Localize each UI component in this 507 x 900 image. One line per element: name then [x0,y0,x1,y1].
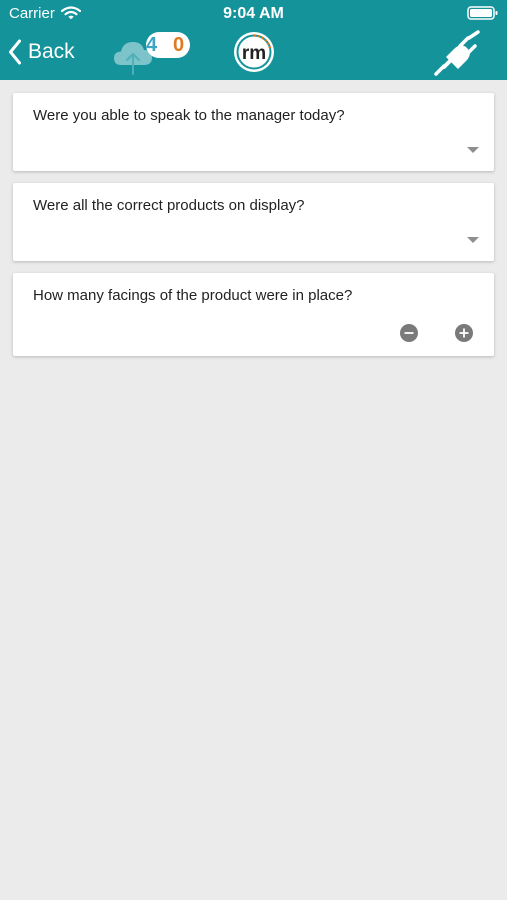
question-text: Were you able to speak to the manager to… [33,107,345,124]
caret-down-icon [467,237,479,243]
logo-text: rm [242,43,266,64]
minus-circle-icon[interactable] [400,324,418,342]
question-text: Were all the correct products on display… [33,197,305,214]
pending-upload-count: 4 [146,34,158,56]
answer-dropdown[interactable] [13,127,494,171]
question-card: How many facings of the product were in … [13,273,494,356]
status-time: 9:04 AM [223,5,284,22]
plug-icon[interactable] [432,30,482,78]
caret-down-icon [467,147,479,153]
question-card: Were all the correct products on display… [13,183,494,261]
failed-upload-count: 0 [173,34,185,56]
chevron-left-icon [9,39,21,65]
back-label: Back [28,40,75,63]
answer-dropdown[interactable] [13,217,494,261]
back-button[interactable]: Back [8,34,75,70]
rm-logo: rm [234,32,274,72]
battery-icon [467,6,498,20]
app-header: Carrier 9:04 AM Back 4 0 rm [0,0,507,80]
plus-circle-icon[interactable] [455,324,473,342]
question-text: How many facings of the product were in … [33,287,353,304]
question-card: Were you able to speak to the manager to… [13,93,494,171]
status-bar: Carrier 9:04 AM [0,0,507,28]
